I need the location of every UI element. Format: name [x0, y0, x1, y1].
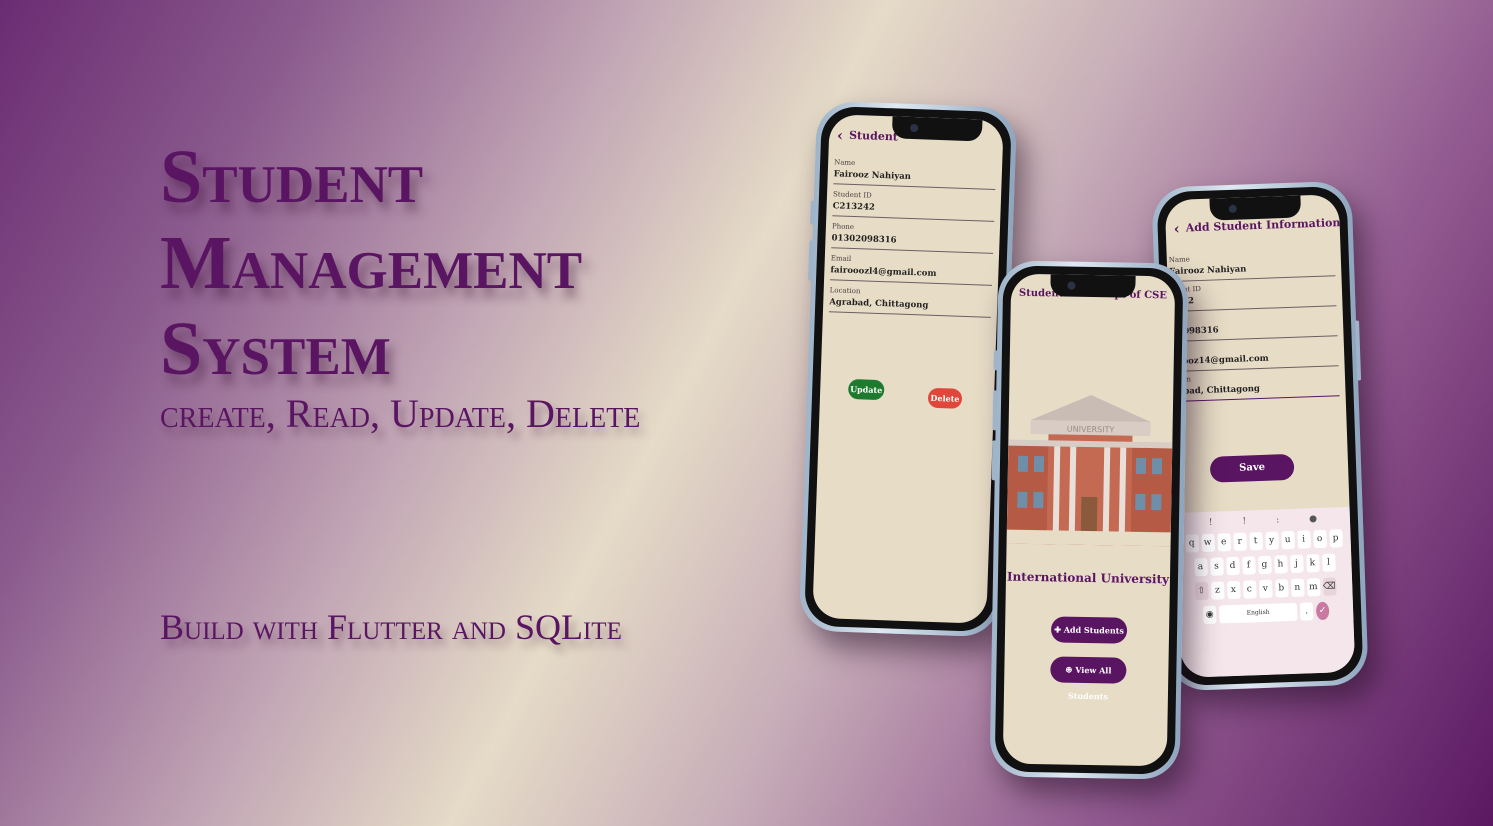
- delete-button[interactable]: Delete: [927, 387, 963, 409]
- key[interactable]: y: [1264, 531, 1279, 550]
- key[interactable]: a: [1193, 557, 1208, 577]
- home-screen: Student pt of CSE UNIVERSITY Internation…: [1002, 273, 1176, 767]
- key[interactable]: s: [1209, 557, 1224, 576]
- field-student-id[interactable]: Student ID C213242: [832, 190, 996, 222]
- title-line-1: Student: [160, 135, 424, 219]
- mic-icon[interactable]: ●: [1309, 514, 1317, 524]
- key[interactable]: k: [1305, 554, 1320, 573]
- back-chevron-icon[interactable]: ‹: [837, 126, 844, 144]
- input-student-id[interactable]: udent ID3242: [1169, 280, 1337, 313]
- key[interactable]: q: [1184, 534, 1199, 553]
- subtitle: create, Read, Update, Delete: [160, 391, 641, 436]
- key[interactable]: t: [1248, 531, 1263, 551]
- add-appbar: ‹ Add Student Information: [1173, 216, 1340, 237]
- key[interactable]: j: [1289, 554, 1304, 574]
- keyboard: ! ! : ● q w e r t y u i o p a s d f g h …: [1175, 506, 1356, 678]
- add-fields: NameFairooz Nahiyan udent ID3242 ne02098…: [1168, 250, 1340, 402]
- built-with-text: Build with Flutter and SQLite: [160, 607, 622, 647]
- detail-title: Student: [848, 128, 899, 144]
- key[interactable]: m: [1306, 578, 1321, 597]
- key[interactable]: c: [1242, 580, 1257, 599]
- university-building-illustration: UNIVERSITY: [1006, 395, 1173, 547]
- detail-fields: Name Fairooz Nahiyan Student ID C213242 Ph…: [828, 158, 997, 318]
- add-screen: ‹ Add Student Information Name Fairooz Na…: [1164, 194, 1356, 678]
- backspace-key-icon[interactable]: ⌫: [1322, 577, 1337, 596]
- key[interactable]: e: [1216, 533, 1231, 552]
- university-name: International University: [1006, 569, 1170, 587]
- key[interactable]: h: [1273, 555, 1288, 574]
- back-chevron-icon[interactable]: ‹: [1173, 219, 1180, 237]
- key[interactable]: f: [1241, 556, 1256, 575]
- phone-home: Student pt of CSE UNIVERSITY Internation…: [989, 260, 1189, 780]
- key[interactable]: i: [1296, 530, 1311, 549]
- field-email[interactable]: Email fairooozl4@gmail.com: [830, 254, 993, 286]
- field-phone[interactable]: Phone 01302098316: [831, 222, 994, 254]
- key[interactable]: l: [1321, 553, 1336, 572]
- page-title: Student Management System: [160, 134, 640, 392]
- keyboard-row-4: ◉ English . ✓: [1179, 601, 1354, 625]
- key[interactable]: x: [1226, 580, 1241, 600]
- input-email[interactable]: ilroooz14@gmail.com: [1171, 340, 1339, 373]
- view-all-students-button[interactable]: ☻ View All Students: [1050, 656, 1127, 701]
- add-person-icon: ✚: [1054, 624, 1062, 635]
- input-name[interactable]: Name Fairooz Nahiyan: [1168, 250, 1336, 283]
- key[interactable]: b: [1274, 579, 1289, 598]
- title-line-2: Management: [160, 221, 583, 305]
- key[interactable]: r: [1232, 532, 1247, 551]
- university-sign: UNIVERSITY: [1067, 425, 1115, 435]
- input-phone[interactable]: ne02098316: [1170, 310, 1338, 343]
- detail-screen: ‹ Student Name Fairooz Nahiyan Student ID…: [812, 114, 1004, 624]
- people-icon: ☻: [1065, 664, 1073, 675]
- save-button[interactable]: Save: [1209, 453, 1295, 483]
- shift-key-icon[interactable]: ⇧: [1194, 581, 1209, 601]
- period-key[interactable]: .: [1299, 602, 1314, 621]
- globe-icon[interactable]: ◉: [1202, 605, 1217, 625]
- keyboard-suggestions: ! ! : ●: [1208, 514, 1318, 528]
- add-title: Add Student Information: [1185, 216, 1341, 235]
- key[interactable]: d: [1225, 556, 1240, 576]
- key[interactable]: n: [1290, 578, 1305, 598]
- space-key[interactable]: English: [1218, 602, 1298, 624]
- key[interactable]: w: [1200, 533, 1215, 553]
- phone-detail: ‹ Student Name Fairooz Nahiyan Student ID…: [798, 100, 1018, 638]
- update-button[interactable]: Update: [847, 378, 885, 401]
- keyboard-row-3: ⇧ z x c v b n m ⌫: [1178, 577, 1353, 601]
- add-students-button[interactable]: ✚ Add Students: [1050, 616, 1128, 644]
- title-line-3: System: [160, 307, 391, 391]
- keyboard-row-2: a s d f g h j k l: [1177, 553, 1352, 577]
- key[interactable]: p: [1328, 529, 1343, 548]
- key[interactable]: z: [1210, 581, 1225, 600]
- done-check-icon[interactable]: ✓: [1315, 601, 1330, 621]
- input-location[interactable]: ationrabad, Chittagong: [1172, 370, 1340, 402]
- field-name[interactable]: Name Fairooz Nahiyan: [833, 158, 997, 190]
- hero: Student Management System create, Read, …: [160, 134, 640, 436]
- field-location[interactable]: Location Agrabad, Chittagong: [828, 286, 992, 318]
- key[interactable]: o: [1312, 529, 1327, 549]
- key[interactable]: g: [1257, 555, 1272, 575]
- keyboard-row-1: q w e r t y u i o p: [1176, 529, 1351, 553]
- key[interactable]: u: [1280, 530, 1295, 550]
- key[interactable]: v: [1258, 579, 1273, 599]
